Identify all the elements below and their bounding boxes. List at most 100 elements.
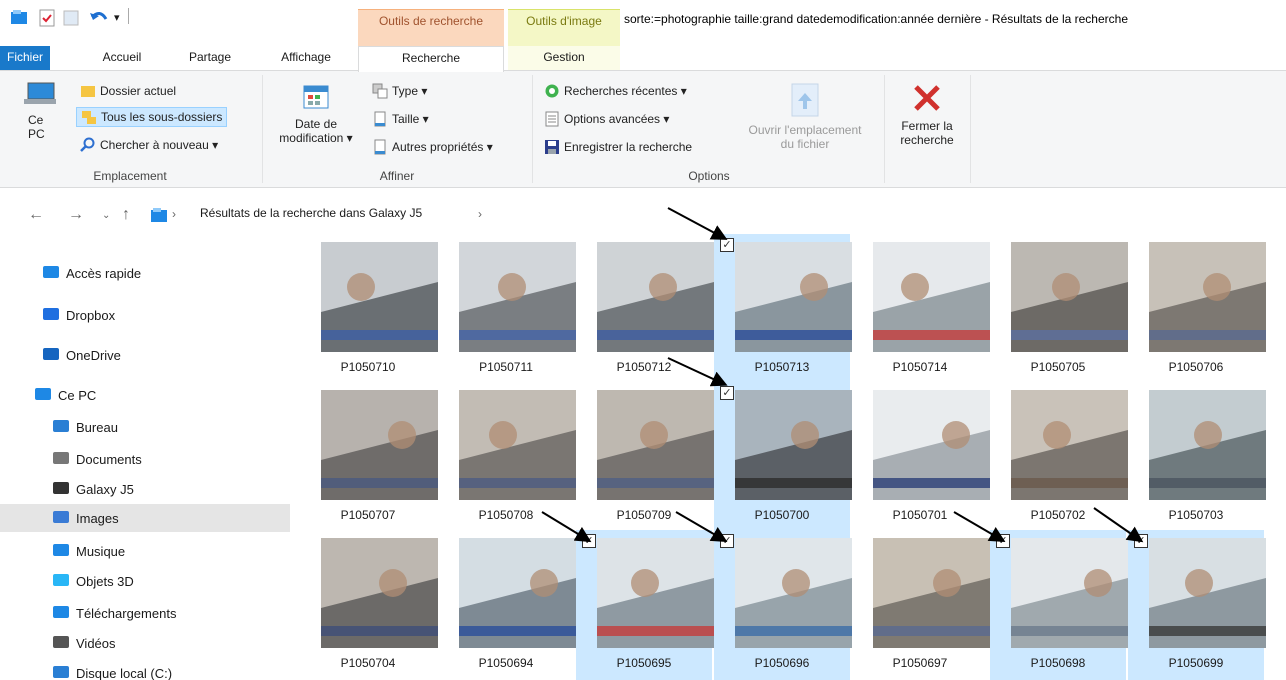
selection-checkbox[interactable]: ✓ [720, 386, 734, 400]
close-search-button[interactable]: Fermer la recherche [888, 83, 966, 147]
selection-checkbox[interactable]: ✓ [582, 534, 596, 548]
file-tile[interactable]: ✓ P1050698 [990, 530, 1128, 680]
sidebar-item-objets-3d[interactable]: Objets 3D [52, 572, 134, 591]
photo-thumbnail [597, 242, 714, 352]
file-tile[interactable]: P1050706 [1128, 234, 1266, 384]
tab-recherche[interactable]: Recherche [358, 46, 504, 72]
file-tile[interactable]: P1050697 [852, 530, 990, 680]
photo-thumbnail [735, 390, 852, 500]
file-icon [372, 139, 388, 155]
recent-locations-chevron-icon[interactable]: ⌄ [102, 210, 110, 221]
date-modified-button[interactable]: Date de modification ▾ [268, 83, 364, 145]
file-tile[interactable]: P1050702 [990, 382, 1128, 532]
file-name: P1050712 [616, 360, 672, 374]
sidebar-item-musique[interactable]: Musique [52, 542, 125, 561]
all-subfolders-button[interactable]: Tous les sous-dossiers [76, 107, 228, 127]
sidebar-item-disque-local-c-[interactable]: Disque local (C:) [52, 664, 172, 680]
file-tile[interactable]: ✓ P1050696 [714, 530, 852, 680]
sidebar-item-label: Accès rapide [66, 266, 142, 281]
file-tile[interactable]: P1050710 [300, 234, 438, 384]
search-again-label: Chercher à nouveau ▾ [100, 138, 219, 152]
tab-affichage[interactable]: Affichage [266, 46, 346, 70]
sidebar-item-bureau[interactable]: Bureau [52, 418, 118, 437]
other-properties-button[interactable]: Autres propriétés ▾ [372, 139, 493, 155]
file-tile[interactable]: ✓ P1050699 [1128, 530, 1266, 680]
save-search-button[interactable]: Enregistrer la recherche [544, 139, 692, 155]
file-name: P1050708 [478, 508, 534, 522]
file-tile[interactable]: P1050704 [300, 530, 438, 680]
photo-thumbnail [873, 390, 990, 500]
photo-thumbnail [321, 390, 438, 500]
tab-gestion[interactable]: Gestion [508, 46, 620, 70]
photo-thumbnail [1011, 390, 1128, 500]
scrollbar[interactable] [1278, 234, 1286, 680]
file-tile[interactable]: P1050711 [438, 234, 576, 384]
file-tile[interactable]: P1050707 [300, 382, 438, 532]
file-tile[interactable]: P1050694 [438, 530, 576, 680]
file-name: P1050697 [892, 656, 948, 670]
search-again-button[interactable]: Chercher à nouveau ▾ [80, 137, 218, 153]
customize-qat-icon[interactable]: ▾ [114, 11, 120, 24]
file-tile[interactable]: ✓ P1050695 [576, 530, 714, 680]
type-button[interactable]: Type ▾ [372, 83, 427, 99]
file-tile[interactable]: P1050708 [438, 382, 576, 532]
file-tile[interactable]: P1050714 [852, 234, 990, 384]
tab-partage[interactable]: Partage [180, 46, 240, 70]
sidebar-item-t-l-chargements[interactable]: Téléchargements [52, 604, 176, 623]
date-modified-label-1: Date de [294, 117, 338, 131]
this-pc-button[interactable]: Ce PC [14, 79, 66, 141]
selection-checkbox[interactable]: ✓ [720, 238, 734, 252]
selection-checkbox[interactable]: ✓ [720, 534, 734, 548]
properties-icon[interactable] [38, 9, 56, 30]
photo-thumbnail [597, 390, 714, 500]
file-name: P1050694 [478, 656, 534, 670]
size-button[interactable]: Taille ▾ [372, 111, 429, 127]
3d-objects-icon [52, 572, 70, 591]
breadcrumb-path[interactable]: Résultats de la recherche dans Galaxy J5 [200, 206, 422, 220]
file-tile[interactable]: P1050705 [990, 234, 1128, 384]
breadcrumb-separator-icon: › [478, 207, 482, 221]
separator [128, 8, 129, 24]
tab-fichier[interactable]: Fichier [0, 46, 50, 70]
title-bar: ▾ Outils de recherche Outils d'image sor… [0, 0, 1286, 47]
selection-checkbox[interactable]: ✓ [996, 534, 1010, 548]
recent-searches-button[interactable]: Recherches récentes ▾ [544, 83, 687, 99]
back-arrow-icon[interactable]: ← [28, 206, 44, 224]
file-tile[interactable]: P1050703 [1128, 382, 1266, 532]
sidebar-item-vid-os[interactable]: Vidéos [52, 634, 116, 653]
recent-search-icon [544, 83, 560, 99]
photo-thumbnail [1011, 242, 1128, 352]
selection-checkbox[interactable]: ✓ [1134, 534, 1148, 548]
image-tools-context-tab: Outils d'image [508, 9, 620, 47]
sidebar-item-onedrive[interactable]: OneDrive [42, 346, 121, 365]
photo-thumbnail [873, 242, 990, 352]
open-location-icon [789, 83, 821, 117]
sidebar-item-label: Images [76, 510, 119, 526]
file-tile[interactable]: ✓ P1050713 [714, 234, 852, 384]
photo-thumbnail [459, 390, 576, 500]
sidebar-item-dropbox[interactable]: Dropbox [42, 306, 115, 325]
new-folder-icon[interactable] [62, 9, 80, 30]
file-tile[interactable]: ✓ P1050700 [714, 382, 852, 532]
forward-arrow-icon[interactable]: → [68, 206, 84, 224]
sidebar-item-ce-pc[interactable]: Ce PC [34, 386, 96, 405]
open-location-label-1: Ouvrir l'emplacement [748, 123, 862, 137]
advanced-options-button[interactable]: Options avancées ▾ [544, 111, 669, 127]
sidebar-item-images[interactable]: Images [0, 504, 290, 532]
file-tile[interactable]: P1050712 [576, 234, 714, 384]
up-arrow-icon[interactable]: ↑ [122, 206, 130, 224]
recent-searches-label: Recherches récentes ▾ [564, 84, 687, 98]
current-folder-button[interactable]: Dossier actuel [80, 83, 176, 99]
file-tile[interactable]: P1050709 [576, 382, 714, 532]
file-tile[interactable]: P1050701 [852, 382, 990, 532]
sidebar-item-acc-s-rapide[interactable]: Accès rapide [42, 264, 141, 283]
window-title: sorte:=photographie taille:grand datedem… [624, 12, 1128, 26]
search-results-folder-icon [150, 207, 168, 226]
undo-icon[interactable] [88, 9, 108, 30]
tab-accueil[interactable]: Accueil [92, 46, 152, 70]
subfolders-icon [81, 109, 97, 125]
photo-thumbnail [735, 538, 852, 648]
sidebar-item-galaxy-j5[interactable]: Galaxy J5 [52, 480, 134, 499]
open-file-location-button[interactable]: Ouvrir l'emplacement du fichier [730, 83, 880, 151]
sidebar-item-documents[interactable]: Documents [52, 450, 142, 469]
